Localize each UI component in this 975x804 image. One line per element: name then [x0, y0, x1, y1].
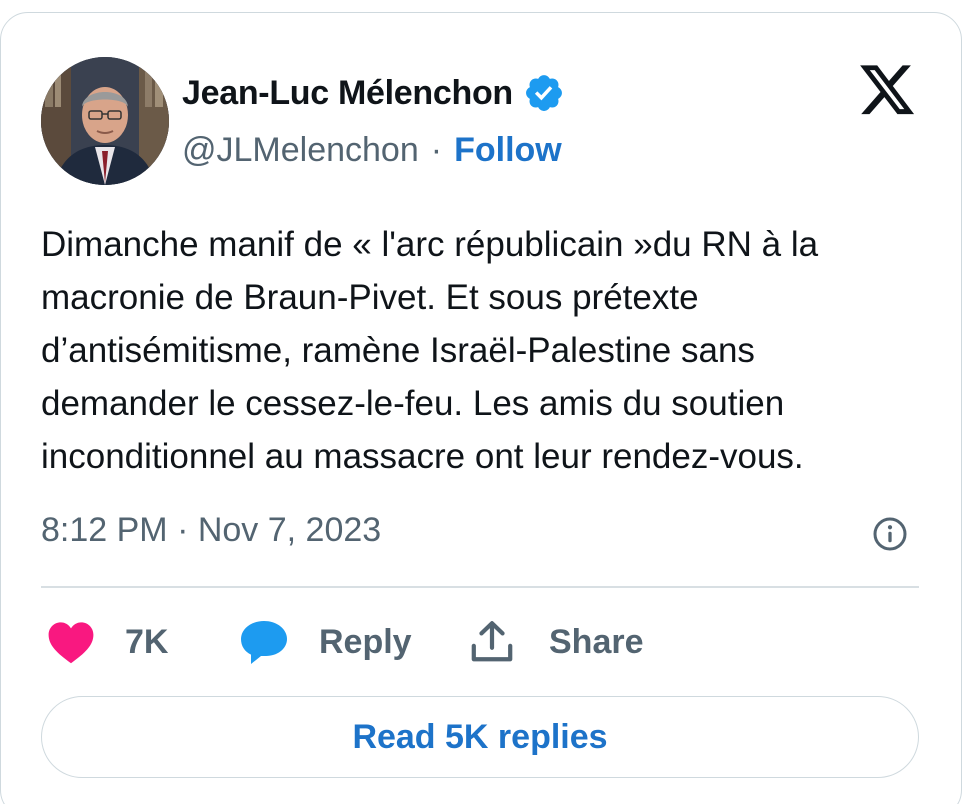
author-handle-row: @JLMelenchon · Follow: [182, 129, 562, 171]
like-count: 7K: [125, 622, 169, 661]
tweet-timestamp[interactable]: 8:12 PM · Nov 7, 2023: [41, 511, 381, 550]
share-button[interactable]: Share: [469, 619, 644, 665]
like-button[interactable]: 7K: [47, 619, 168, 665]
speech-bubble-icon: [241, 621, 287, 664]
share-upload-icon: [471, 621, 513, 662]
x-logo-icon[interactable]: [857, 63, 917, 119]
author-handle[interactable]: @JLMelenchon: [182, 131, 419, 170]
author-name[interactable]: Jean-Luc Mélenchon: [182, 74, 513, 113]
heart-icon: [48, 622, 94, 664]
reply-button[interactable]: Reply: [239, 619, 412, 665]
read-replies-button[interactable]: Read 5K replies: [41, 696, 919, 778]
tweet-text: Dimanche manif de « l'arc républicain »d…: [41, 225, 819, 476]
reply-label: Reply: [319, 622, 412, 661]
info-icon[interactable]: [872, 516, 908, 552]
author-name-row: Jean-Luc Mélenchon: [182, 71, 565, 115]
author-avatar[interactable]: [41, 57, 169, 185]
verified-badge-icon: [525, 75, 562, 111]
separator-dot: ·: [430, 130, 443, 169]
divider: [41, 586, 919, 588]
tweet-card: Jean-Luc Mélenchon @JLMelenchon · Follow…: [0, 12, 962, 804]
share-label: Share: [549, 622, 644, 661]
follow-button[interactable]: Follow: [454, 131, 562, 170]
